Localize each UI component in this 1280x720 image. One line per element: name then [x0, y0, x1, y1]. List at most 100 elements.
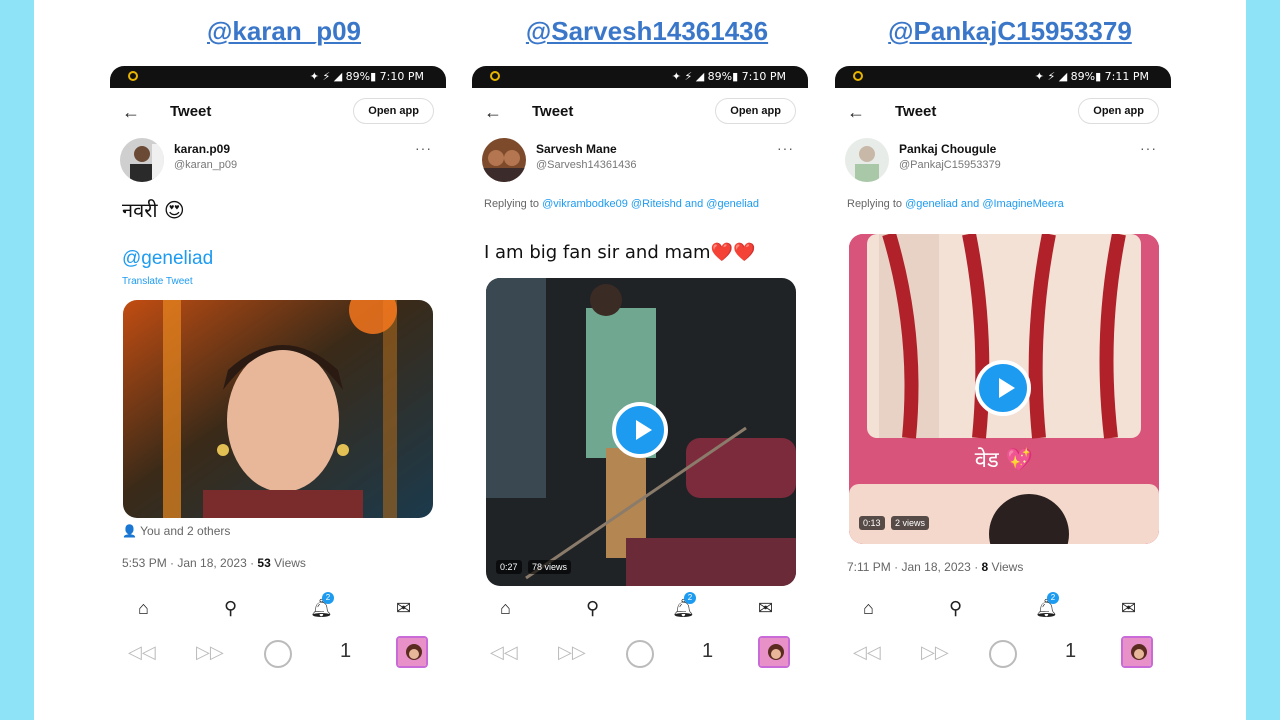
- avatar[interactable]: [845, 138, 889, 182]
- arrow-left-icon[interactable]: ←: [122, 102, 140, 123]
- page-number: 1: [1065, 640, 1077, 662]
- handle-title-3: @PankajC15953379: [888, 16, 1132, 46]
- video-views: 78 views: [528, 560, 572, 574]
- fast-forward-icon[interactable]: ▷▷: [921, 642, 949, 663]
- mail-icon[interactable]: ✉: [396, 598, 411, 619]
- rewind-icon[interactable]: ◁◁: [853, 642, 881, 663]
- tweet-time: 5:53 PM · Jan 18, 2023 ·: [122, 556, 258, 570]
- notification-badge: 2: [322, 592, 334, 604]
- username[interactable]: @karan_p09: [174, 159, 237, 171]
- display-name[interactable]: Pankaj Chougule: [899, 142, 996, 156]
- home-icon[interactable]: ⌂: [500, 598, 511, 619]
- play-button-icon[interactable]: [612, 402, 668, 458]
- status-icons: ✦ ⚡ ◢ 89%▮ 7:10 PM: [309, 70, 424, 83]
- mail-icon[interactable]: ✉: [758, 598, 773, 619]
- tweet-text: नवरी 😍: [122, 198, 185, 222]
- video-duration: 0:13: [859, 516, 885, 530]
- rewind-icon[interactable]: ◁◁: [490, 642, 518, 663]
- tweet-header: ← Tweet Open app: [110, 96, 446, 130]
- views-label: Views: [270, 556, 306, 570]
- page-number: 1: [702, 640, 714, 662]
- notification-badge: 2: [684, 592, 696, 604]
- bottom-tab-bar: ⌂ ⚲ 🔔︎ 2 ✉: [110, 592, 446, 628]
- phone-screenshot-3: ✦ ⚡ ◢ 89%▮ 7:11 PM ← Tweet Open app Pank…: [835, 66, 1171, 676]
- tweet-time: 7:11 PM · Jan 18, 2023 ·: [847, 560, 982, 574]
- tweet-video[interactable]: 0:27 78 views: [486, 278, 796, 586]
- home-icon[interactable]: ⌂: [138, 598, 149, 619]
- phone-screenshot-2: ✦ ⚡ ◢ 89%▮ 7:10 PM ← Tweet Open app Sarv…: [472, 66, 808, 676]
- notification-dot-icon: [853, 71, 863, 81]
- home-circle-icon[interactable]: [626, 640, 654, 668]
- tweet-header: ← Tweet Open app: [472, 96, 808, 130]
- display-name[interactable]: Sarvesh Mane: [536, 142, 617, 156]
- status-bar: ✦ ⚡ ◢ 89%▮ 7:10 PM: [110, 66, 446, 88]
- fast-forward-icon[interactable]: ▷▷: [196, 642, 224, 663]
- video-duration: 0:27: [496, 560, 522, 574]
- search-icon[interactable]: ⚲: [586, 598, 599, 619]
- status-bar: ✦ ⚡ ◢ 89%▮ 7:11 PM: [835, 66, 1171, 88]
- open-app-button[interactable]: Open app: [715, 98, 796, 124]
- player-nav-bar: ◁◁ ▷▷ 1: [835, 634, 1171, 674]
- notification-dot-icon: [490, 71, 500, 81]
- home-icon[interactable]: ⌂: [863, 598, 874, 619]
- fast-forward-icon[interactable]: ▷▷: [558, 642, 586, 663]
- likes-summary[interactable]: 👤 You and 2 others: [122, 524, 230, 538]
- tweet-meta: 5:53 PM · Jan 18, 2023 · 53 Views: [122, 556, 306, 570]
- home-circle-icon[interactable]: [264, 640, 292, 668]
- likes-text: You and 2 others: [140, 524, 231, 538]
- app-thumbnail[interactable]: [758, 636, 790, 668]
- more-options-icon[interactable]: ···: [1140, 140, 1157, 156]
- handle-title-2: @Sarvesh14361436: [525, 16, 769, 46]
- header-title: Tweet: [170, 103, 212, 120]
- tweet-video[interactable]: वेड 💖 0:13 2 views: [849, 234, 1159, 544]
- avatar[interactable]: [120, 138, 164, 182]
- status-icons: ✦ ⚡ ◢ 89%▮ 7:11 PM: [1034, 70, 1149, 83]
- translate-tweet-link[interactable]: Translate Tweet: [122, 276, 193, 287]
- replying-to: Replying to @geneliad and @ImagineMeera: [847, 196, 1147, 212]
- app-thumbnail[interactable]: [1121, 636, 1153, 668]
- player-nav-bar: ◁◁ ▷▷ 1: [472, 634, 808, 674]
- play-button-icon[interactable]: [975, 360, 1031, 416]
- replying-to-label: Replying to: [484, 198, 543, 210]
- username[interactable]: @Sarvesh14361436: [536, 159, 636, 171]
- mail-icon[interactable]: ✉: [1121, 598, 1136, 619]
- video-caption: वेड 💖: [974, 448, 1034, 473]
- app-thumbnail[interactable]: [396, 636, 428, 668]
- reply-mentions[interactable]: @geneliad and @ImagineMeera: [905, 198, 1064, 210]
- tweet-header: ← Tweet Open app: [835, 96, 1171, 130]
- replying-to: Replying to @vikrambodke09 @Riteishd and…: [484, 196, 784, 212]
- status-icons: ✦ ⚡ ◢ 89%▮ 7:10 PM: [671, 70, 786, 83]
- person-icon: 👤: [122, 524, 137, 538]
- home-circle-icon[interactable]: [989, 640, 1017, 668]
- header-title: Tweet: [895, 103, 937, 120]
- status-bar: ✦ ⚡ ◢ 89%▮ 7:10 PM: [472, 66, 808, 88]
- bottom-tab-bar: ⌂ ⚲ 🔔︎ 2 ✉: [835, 592, 1171, 628]
- arrow-left-icon[interactable]: ←: [847, 102, 865, 123]
- phone-screenshot-1: ✦ ⚡ ◢ 89%▮ 7:10 PM ← Tweet Open app kara…: [110, 66, 446, 676]
- replying-to-label: Replying to: [847, 198, 906, 210]
- username[interactable]: @PankajC15953379: [899, 159, 1001, 171]
- open-app-button[interactable]: Open app: [1078, 98, 1159, 124]
- more-options-icon[interactable]: ···: [415, 140, 432, 156]
- header-title: Tweet: [532, 103, 574, 120]
- more-options-icon[interactable]: ···: [777, 140, 794, 156]
- mention-link[interactable]: @geneliad: [122, 248, 213, 270]
- open-app-button[interactable]: Open app: [353, 98, 434, 124]
- rewind-icon[interactable]: ◁◁: [128, 642, 156, 663]
- bottom-tab-bar: ⌂ ⚲ 🔔︎ 2 ✉: [472, 592, 808, 628]
- notification-dot-icon: [128, 71, 138, 81]
- tweet-text: I am big fan sir and mam❤️❤️: [484, 242, 756, 263]
- views-label: Views: [988, 560, 1024, 574]
- reply-mentions[interactable]: @vikrambodke09 @Riteishd and @geneliad: [542, 198, 759, 210]
- page-number: 1: [340, 640, 352, 662]
- notification-badge: 2: [1047, 592, 1059, 604]
- tweet-image[interactable]: [123, 300, 433, 518]
- arrow-left-icon[interactable]: ←: [484, 102, 502, 123]
- player-nav-bar: ◁◁ ▷▷ 1: [110, 634, 446, 674]
- video-views: 2 views: [891, 516, 930, 530]
- search-icon[interactable]: ⚲: [949, 598, 962, 619]
- avatar[interactable]: [482, 138, 526, 182]
- search-icon[interactable]: ⚲: [224, 598, 237, 619]
- views-count: 53: [257, 556, 271, 570]
- display-name[interactable]: karan.p09: [174, 142, 230, 156]
